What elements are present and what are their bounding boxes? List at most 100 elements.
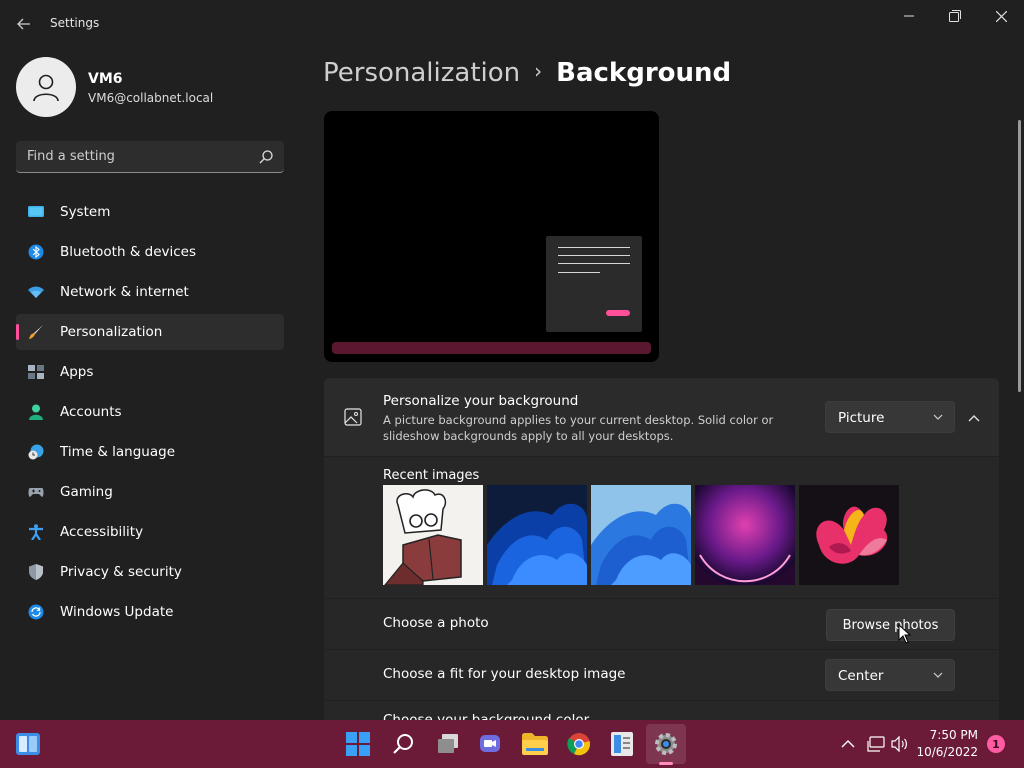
fit-row: Choose a fit for your desktop image Cent… bbox=[324, 650, 999, 700]
personalize-background-card: Personalize your background A picture ba… bbox=[324, 378, 999, 456]
purple-glow-image[interactable] bbox=[695, 485, 795, 585]
bluetooth-icon bbox=[28, 244, 44, 260]
sidebar-item-label: Privacy & security bbox=[60, 564, 182, 580]
gear-icon bbox=[655, 733, 677, 755]
background-color-row: Choose your background color bbox=[324, 701, 999, 720]
close-icon bbox=[995, 10, 1007, 22]
widgets-button[interactable] bbox=[14, 730, 42, 758]
sidebar-item-windows-update[interactable]: Windows Update bbox=[16, 594, 284, 630]
sidebar-item-accounts[interactable]: Accounts bbox=[16, 394, 284, 430]
sketch-character-image[interactable] bbox=[383, 485, 483, 585]
sidebar-item-label: Time & language bbox=[60, 444, 176, 460]
fit-label: Choose a fit for your desktop image bbox=[383, 666, 626, 682]
volume-tray-button[interactable] bbox=[886, 730, 914, 758]
sidebar-item-privacy-security[interactable]: Privacy & security bbox=[16, 554, 284, 590]
background-type-dropdown[interactable]: Picture bbox=[825, 401, 955, 433]
personalize-background-description: A picture background applies to your cur… bbox=[383, 413, 774, 443]
clock-date[interactable]: 10/6/2022 bbox=[916, 745, 978, 759]
speaker-icon bbox=[891, 736, 907, 752]
sidebar-item-label: Accessibility bbox=[60, 524, 144, 540]
fit-value: Center bbox=[838, 668, 884, 684]
sidebar-item-label: Network & internet bbox=[60, 284, 189, 300]
minimize-icon bbox=[904, 15, 914, 17]
settings-taskbar-button[interactable] bbox=[652, 730, 680, 758]
recent-images-section: Recent images bbox=[324, 457, 999, 598]
preview-line bbox=[558, 255, 630, 256]
sidebar-item-network[interactable]: Network & internet bbox=[16, 274, 284, 310]
widgets-icon bbox=[16, 733, 40, 755]
search-input[interactable] bbox=[16, 141, 252, 172]
chat-icon bbox=[480, 735, 500, 752]
breadcrumb-separator: › bbox=[534, 59, 543, 83]
page-title: Background bbox=[556, 58, 732, 88]
task-view-button[interactable] bbox=[434, 730, 462, 758]
preview-window bbox=[546, 236, 642, 332]
sidebar-item-label: Bluetooth & devices bbox=[60, 244, 197, 260]
show-hidden-icons-button[interactable] bbox=[834, 730, 862, 758]
sidebar-item-bluetooth[interactable]: Bluetooth & devices bbox=[16, 234, 284, 270]
back-button[interactable] bbox=[12, 10, 36, 38]
document-app-icon bbox=[611, 732, 633, 756]
search-icon[interactable] bbox=[258, 149, 274, 165]
clock-time[interactable]: 7:50 PM bbox=[920, 728, 978, 742]
app-button[interactable] bbox=[608, 730, 636, 758]
folder-icon bbox=[522, 733, 548, 755]
search-taskbar-button[interactable] bbox=[389, 730, 417, 758]
blue-bloom-light-image[interactable] bbox=[591, 485, 691, 585]
chevron-down-icon bbox=[933, 414, 943, 420]
file-explorer-button[interactable] bbox=[521, 730, 549, 758]
sidebar-item-gaming[interactable]: Gaming bbox=[16, 474, 284, 510]
scrollbar[interactable] bbox=[1018, 120, 1021, 392]
background-preview bbox=[324, 111, 659, 362]
monitor-icon bbox=[28, 206, 44, 217]
notification-badge[interactable]: 1 bbox=[987, 735, 1005, 753]
minimize-button[interactable] bbox=[886, 0, 932, 32]
flower-petals-image[interactable] bbox=[799, 485, 899, 585]
start-button[interactable] bbox=[344, 730, 372, 758]
preview-line bbox=[558, 263, 630, 264]
choose-photo-label: Choose a photo bbox=[383, 615, 489, 631]
brush-icon bbox=[29, 325, 43, 339]
fit-dropdown[interactable]: Center bbox=[825, 659, 955, 691]
sidebar-item-apps[interactable]: Apps bbox=[16, 354, 284, 390]
arrow-left-icon bbox=[17, 18, 30, 30]
blue-bloom-dark-image[interactable] bbox=[487, 485, 587, 585]
chat-button[interactable] bbox=[476, 730, 504, 758]
wifi-icon bbox=[28, 286, 44, 298]
taskbar: 7:50 PM 10/6/2022 bbox=[0, 720, 1024, 768]
sidebar-item-label: Windows Update bbox=[60, 604, 174, 620]
breadcrumb-parent[interactable]: Personalization bbox=[323, 58, 520, 88]
background-color-label: Choose your background color bbox=[383, 712, 590, 720]
chrome-icon bbox=[567, 733, 590, 756]
preview-accent-button bbox=[606, 310, 630, 316]
search-icon bbox=[393, 734, 413, 754]
chrome-button[interactable] bbox=[565, 730, 593, 758]
browse-photos-button[interactable]: Browse photos bbox=[826, 609, 955, 641]
apps-icon bbox=[28, 365, 44, 379]
chevron-up-icon bbox=[841, 740, 855, 748]
personalize-background-title: Personalize your background bbox=[383, 393, 579, 409]
chevron-up-icon[interactable] bbox=[964, 408, 984, 428]
breadcrumb: Personalization › Background bbox=[323, 58, 731, 88]
person-avatar-icon bbox=[33, 74, 59, 102]
search-box bbox=[16, 141, 284, 173]
sidebar-item-accessibility[interactable]: Accessibility bbox=[16, 514, 284, 550]
sidebar-item-personalization[interactable]: Personalization bbox=[16, 314, 284, 350]
user-name: VM6 bbox=[88, 71, 123, 87]
window-title: Settings bbox=[50, 16, 100, 30]
mouse-cursor-icon bbox=[898, 624, 912, 644]
sidebar-item-system[interactable]: System bbox=[16, 194, 284, 230]
sidebar-item-label: Apps bbox=[60, 364, 94, 380]
sidebar-nav: System Bluetooth & devices Network & int… bbox=[16, 194, 284, 634]
maximize-button[interactable] bbox=[932, 0, 978, 32]
close-button[interactable] bbox=[978, 0, 1024, 32]
preview-taskbar bbox=[332, 342, 651, 354]
windows-logo-icon bbox=[346, 732, 370, 756]
preview-line bbox=[558, 272, 600, 273]
user-email: VM6@collabnet.local bbox=[88, 91, 214, 105]
network-icon bbox=[867, 736, 885, 752]
person-icon bbox=[29, 404, 43, 420]
sidebar-item-time-language[interactable]: Time & language bbox=[16, 434, 284, 470]
running-indicator bbox=[659, 762, 673, 765]
title-bar: Settings bbox=[0, 0, 1024, 48]
